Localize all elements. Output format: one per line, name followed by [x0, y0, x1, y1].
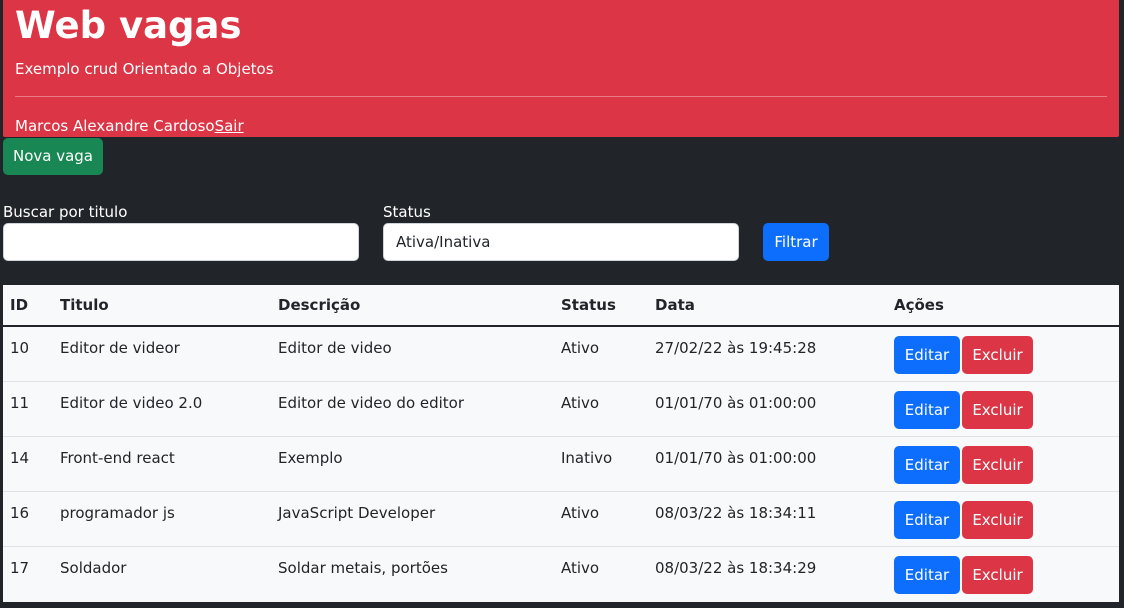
- edit-button[interactable]: Editar: [894, 555, 960, 594]
- new-job-button[interactable]: Nova vaga: [3, 138, 103, 175]
- column-header-id: ID: [3, 285, 53, 327]
- cell-data: 01/01/70 às 01:00:00: [648, 436, 887, 492]
- cell-data: 08/03/22 às 18:34:11: [648, 491, 887, 547]
- table-header-row: ID Titulo Descrição Status Data Ações: [3, 285, 1119, 327]
- cell-titulo: Front-end react: [53, 436, 271, 492]
- cell-actions: Editar Excluir: [887, 436, 1119, 492]
- delete-button[interactable]: Excluir: [962, 555, 1033, 594]
- edit-button[interactable]: Editar: [894, 390, 960, 429]
- jobs-table: ID Titulo Descrição Status Data Ações 10…: [3, 285, 1119, 601]
- cell-titulo: programador js: [53, 491, 271, 547]
- edit-button[interactable]: Editar: [894, 336, 960, 374]
- cell-actions: Editar Excluir: [887, 381, 1119, 437]
- cell-descricao: Editor de video do editor: [271, 381, 554, 437]
- table-row: 11 Editor de video 2.0 Editor de video d…: [3, 381, 1119, 437]
- logout-link[interactable]: Sair: [215, 117, 244, 135]
- cell-descricao: Exemplo: [271, 436, 554, 492]
- edit-button[interactable]: Editar: [894, 500, 960, 539]
- cell-id: 14: [3, 436, 53, 492]
- delete-button[interactable]: Excluir: [962, 445, 1033, 484]
- status-select[interactable]: Ativa/Inativa: [383, 223, 739, 261]
- table-row: 14 Front-end react Exemplo Inativo 01/01…: [3, 436, 1119, 492]
- page-title: Web vagas: [15, 4, 242, 47]
- filter-button[interactable]: Filtrar: [763, 223, 829, 261]
- user-bar: Marcos Alexandre CardosoSair: [15, 116, 244, 136]
- cell-descricao: JavaScript Developer: [271, 491, 554, 547]
- delete-button[interactable]: Excluir: [962, 336, 1033, 374]
- table-row: 10 Editor de videor Editor de video Ativ…: [3, 326, 1119, 382]
- cell-status: Ativo: [554, 326, 648, 382]
- cell-descricao: Soldar metais, portões: [278, 558, 448, 577]
- cell-id: 16: [3, 491, 53, 547]
- cell-data: 01/01/70 às 01:00:00: [648, 381, 887, 437]
- table-row: 16 programador js JavaScript Developer A…: [3, 491, 1119, 547]
- cell-titulo: Editor de videor: [53, 326, 271, 382]
- cell-data: 27/02/22 às 19:45:28: [648, 326, 887, 382]
- status-label: Status: [383, 203, 431, 221]
- cell-status: Inativo: [554, 436, 648, 492]
- page-subtitle: Exemplo crud Orientado a Objetos: [15, 60, 274, 78]
- cell-id: 11: [3, 381, 53, 437]
- search-label: Buscar por titulo: [3, 203, 128, 221]
- cell-titulo: Editor de video 2.0: [53, 381, 271, 437]
- edit-button[interactable]: Editar: [894, 445, 960, 484]
- jobs-table-container: ID Titulo Descrição Status Data Ações 10…: [3, 285, 1119, 602]
- cell-status: Ativo: [554, 381, 648, 437]
- cell-actions: Editar Excluir: [887, 326, 1119, 382]
- cell-id: 17: [10, 558, 30, 577]
- column-header-descricao: Descrição: [271, 285, 554, 327]
- user-name: Marcos Alexandre Cardoso: [15, 117, 215, 135]
- cell-titulo: Soldador: [60, 558, 127, 577]
- column-header-data: Data: [648, 285, 887, 327]
- cell-actions: Editar Excluir: [887, 491, 1119, 547]
- table-row: 17 Soldador Soldar metais, portões Ativo…: [3, 546, 1119, 601]
- column-header-status: Status: [554, 285, 648, 327]
- cell-descricao: Editor de video: [271, 326, 554, 382]
- header-banner: Web vagas Exemplo crud Orientado a Objet…: [3, 0, 1119, 137]
- search-input[interactable]: [3, 223, 359, 261]
- cell-status: Ativo: [561, 558, 600, 577]
- header-divider: [15, 96, 1107, 97]
- cell-actions: Editar Excluir: [887, 546, 1119, 601]
- cell-id: 10: [3, 326, 53, 382]
- cell-data: 08/03/22 às 18:34:29: [655, 558, 817, 577]
- delete-button[interactable]: Excluir: [962, 500, 1033, 539]
- delete-button[interactable]: Excluir: [962, 390, 1033, 429]
- column-header-acoes: Ações: [887, 285, 1119, 327]
- column-header-titulo: Titulo: [53, 285, 271, 327]
- cell-status: Ativo: [554, 491, 648, 547]
